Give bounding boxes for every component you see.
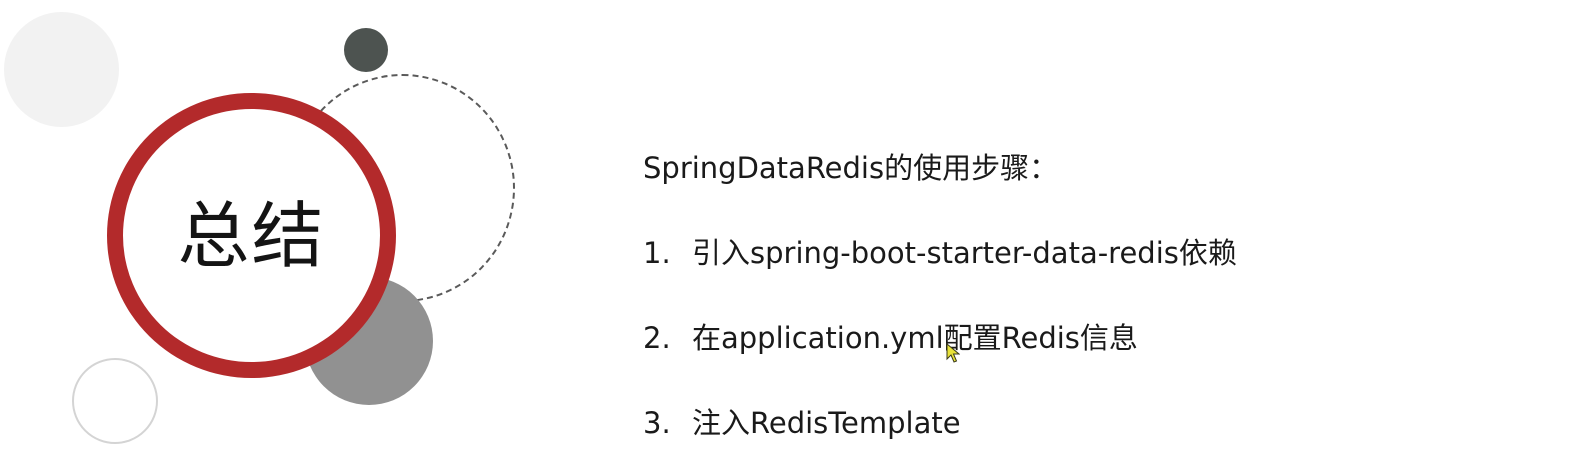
step-text: 在application.yml配置Redis信息 xyxy=(692,321,1138,355)
step-item: 1. 引入spring-boot-starter-data-redis依赖 xyxy=(643,233,1543,273)
step-item: 3. 注入RedisTemplate xyxy=(643,403,1543,443)
title-ring: 总结 xyxy=(107,93,396,378)
decorative-outline-circle xyxy=(72,358,158,444)
slide: 总结 SpringDataRedis的使用步骤： 1. 引入spring-boot… xyxy=(0,0,1571,473)
step-number: 1. xyxy=(643,236,671,270)
slide-title: 总结 xyxy=(177,193,326,278)
summary-heading: SpringDataRedis的使用步骤： xyxy=(643,151,1059,185)
decorative-dark-circle xyxy=(344,28,388,72)
step-text: 引入spring-boot-starter-data-redis依赖 xyxy=(692,236,1237,270)
decorative-light-circle xyxy=(4,12,119,127)
summary-content: SpringDataRedis的使用步骤： 1. 引入spring-boot-st… xyxy=(643,148,1543,443)
step-number: 3. xyxy=(643,406,671,440)
step-item: 2. 在application.yml配置Redis信息 xyxy=(643,318,1543,358)
step-text: 注入RedisTemplate xyxy=(692,406,961,440)
steps-list: 1. 引入spring-boot-starter-data-redis依赖 2. 在… xyxy=(643,233,1543,443)
mouse-pointer-icon xyxy=(946,343,960,363)
step-number: 2. xyxy=(643,321,671,355)
